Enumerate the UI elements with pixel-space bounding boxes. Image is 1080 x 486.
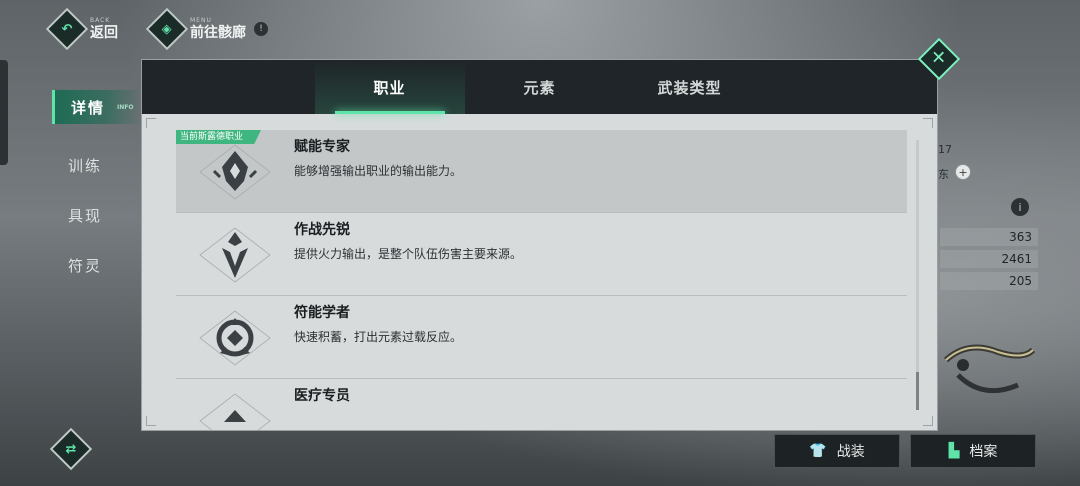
plus-icon[interactable]: + xyxy=(955,164,971,180)
back-button[interactable]: ↶ BACK 返回 xyxy=(45,7,118,51)
menu-label: 前往骸廊 xyxy=(190,25,246,41)
role-name: 赋能专家 xyxy=(294,139,350,155)
level-fragment: 17 xyxy=(938,143,952,156)
side-item-sub: INFO xyxy=(117,103,134,111)
menu-icon: ◈ xyxy=(145,7,189,51)
role-desc: 能够增强输出职业的输出能力。 xyxy=(294,164,463,178)
back-icon: ↶ xyxy=(45,7,89,51)
side-item-manifest[interactable]: 具现 xyxy=(52,190,142,240)
role-desc: 提供火力输出，是整个队伍伤害主要来源。 xyxy=(294,247,523,261)
side-item-label: 符灵 xyxy=(68,256,103,275)
role-modal: 职业 元素 武装类型 当前斯露德职业 赋能专家 能够增强输出职业的输出能力。 作… xyxy=(141,59,938,431)
swap-icon: ⇄ xyxy=(49,427,93,471)
swap-button[interactable]: ⇄ xyxy=(49,427,93,471)
scroll-thumb[interactable] xyxy=(916,372,919,410)
role-list: 当前斯露德职业 赋能专家 能够增强输出职业的输出能力。 作战先锐 提供火力输出，… xyxy=(142,114,937,430)
back-small-label: BACK xyxy=(90,17,111,24)
scrollbar[interactable] xyxy=(916,140,919,410)
stat-value: 2461 xyxy=(940,250,1038,268)
shirt-icon: 👕 xyxy=(809,443,827,459)
stats-list: 363 2461 205 xyxy=(940,228,1038,294)
weapon-image xyxy=(943,344,1036,394)
side-item-label: 详情 xyxy=(71,98,106,117)
role-name: 符能学者 xyxy=(294,305,350,321)
left-edge-handle xyxy=(0,60,8,165)
equip-button[interactable]: 👕 战装 xyxy=(774,434,900,468)
side-item-label: 训练 xyxy=(68,156,103,175)
archive-icon: ▙ xyxy=(948,443,960,459)
archive-button[interactable]: ▙ 档案 xyxy=(910,434,1036,468)
role-row-amplifier[interactable]: 当前斯露德职业 赋能专家 能够增强输出职业的输出能力。 xyxy=(176,130,907,213)
role-row-vanguard[interactable]: 作战先锐 提供火力输出，是整个队伍伤害主要来源。 xyxy=(176,213,907,296)
role-row-scholar[interactable]: 符能学者 快速积蓄，打出元素过载反应。 xyxy=(176,296,907,379)
side-item-spirit[interactable]: 符灵 xyxy=(52,240,142,290)
tab-role[interactable]: 职业 xyxy=(314,60,465,114)
stat-value: 363 xyxy=(940,228,1038,246)
back-label: 返回 xyxy=(90,25,118,41)
menu-button[interactable]: ◈ MENU 前往骸廊 ! xyxy=(145,7,268,51)
role-name: 医疗专员 xyxy=(294,388,350,404)
modal-tab-bar: 职业 元素 武装类型 xyxy=(142,60,937,114)
role-name: 作战先锐 xyxy=(294,222,350,238)
scholar-role-icon xyxy=(176,296,294,379)
side-item-label: 具现 xyxy=(68,206,103,225)
role-desc: 快速积蓄，打出元素过载反应。 xyxy=(294,330,463,344)
vanguard-role-icon xyxy=(176,213,294,296)
info-icon[interactable]: ! xyxy=(254,22,268,36)
amplifier-role-icon xyxy=(176,130,294,213)
side-item-details[interactable]: 详情 INFO xyxy=(52,90,142,124)
medic-role-icon xyxy=(176,379,294,430)
archive-label: 档案 xyxy=(969,444,998,460)
close-icon: ✕ xyxy=(931,48,947,69)
text-fragment: 东 xyxy=(938,168,949,181)
menu-small-label: MENU xyxy=(190,17,212,24)
role-row-medic[interactable]: 医疗专员 xyxy=(176,379,907,430)
stat-value: 205 xyxy=(940,272,1038,290)
tab-weapon-type[interactable]: 武装类型 xyxy=(615,60,765,114)
side-nav: 详情 INFO 训练 具现 符灵 xyxy=(52,90,142,290)
equip-label: 战装 xyxy=(836,444,865,460)
side-item-training[interactable]: 训练 xyxy=(52,140,142,190)
stats-info-icon[interactable]: i xyxy=(1011,198,1029,216)
tab-element[interactable]: 元素 xyxy=(465,60,615,114)
